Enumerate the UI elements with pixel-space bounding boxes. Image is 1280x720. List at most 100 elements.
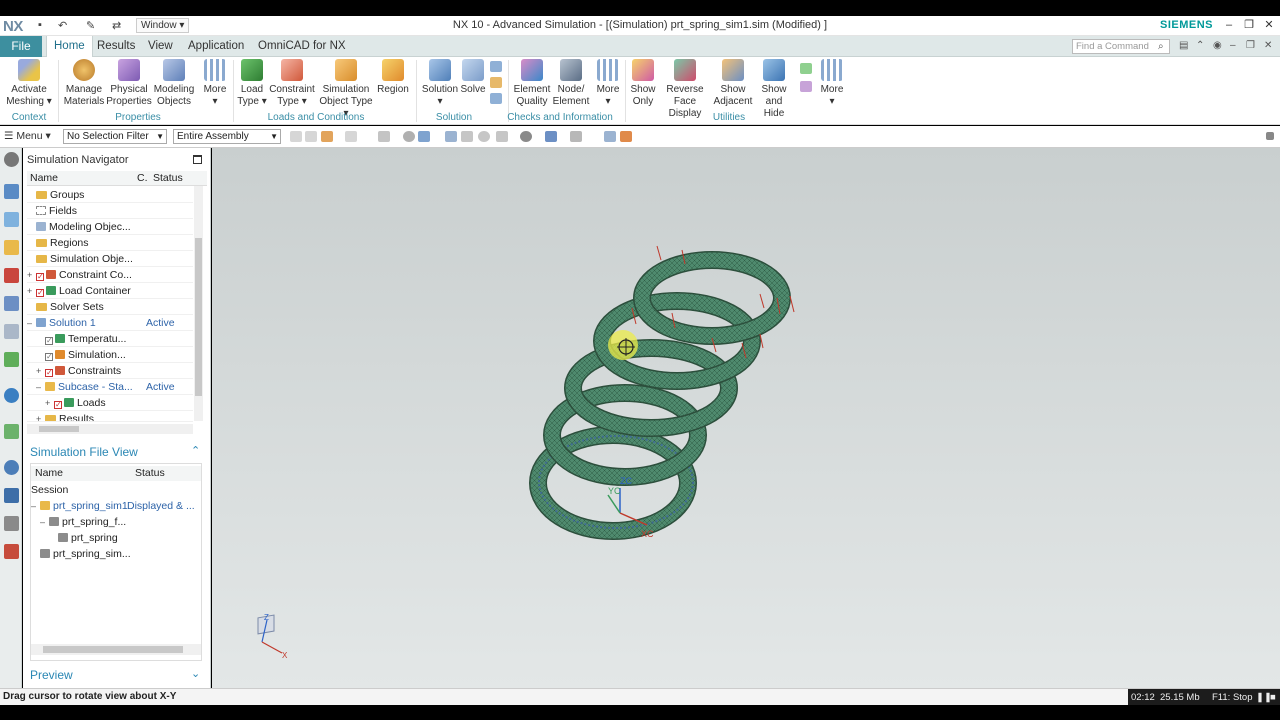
checkbox-icon[interactable]: ✓ xyxy=(36,273,44,281)
file-item-sim-copy[interactable]: prt_spring_sim... xyxy=(31,546,131,562)
history-icon[interactable] xyxy=(4,324,19,339)
doc-close-icon[interactable]: ✕ xyxy=(1264,40,1272,51)
filter-icon[interactable] xyxy=(305,131,317,142)
background-icon[interactable] xyxy=(570,131,582,142)
stop-shortcut[interactable]: F11: Stop xyxy=(1212,689,1253,706)
assembly-navigator-icon[interactable] xyxy=(4,240,19,255)
region-button[interactable]: Region xyxy=(376,59,410,96)
edit-icon[interactable]: ✎ xyxy=(86,19,95,32)
render-style-icon[interactable] xyxy=(520,131,532,142)
rect-select-icon[interactable] xyxy=(378,131,390,142)
utilities-small-icon-1[interactable] xyxy=(800,63,812,74)
orient-view-icon[interactable] xyxy=(545,131,557,142)
navigator-scroll-thumb[interactable] xyxy=(195,238,202,396)
manufacturing-icon[interactable] xyxy=(4,544,19,559)
tree-item-constraint-container[interactable]: + ✓ Constraint Co... xyxy=(27,267,193,283)
show-and-hide-button[interactable]: Show and Hide xyxy=(754,59,794,120)
solution-button[interactable]: Solution ▾ xyxy=(420,59,460,108)
solution-small-icon-2[interactable] xyxy=(490,77,502,88)
utilities-more-button[interactable]: More ▾ xyxy=(818,59,846,108)
tree-item-subcase[interactable]: – Subcase - Sta... Active xyxy=(27,379,193,395)
find-command-input[interactable]: Find a Command xyxy=(1072,39,1170,54)
search-icon[interactable]: ⌕ xyxy=(1158,41,1164,52)
activate-meshing-button[interactable]: Activate Meshing ▾ xyxy=(6,59,52,108)
minimize-icon[interactable]: – xyxy=(1220,17,1238,33)
chevron-up-icon[interactable]: ⌃ xyxy=(191,444,200,457)
tools-icon[interactable] xyxy=(4,516,19,531)
simulation-navigator-icon[interactable] xyxy=(4,184,19,199)
palette-icon[interactable] xyxy=(4,352,19,367)
solve-button[interactable]: Solve xyxy=(460,59,486,96)
cube-icon[interactable] xyxy=(418,131,430,142)
constraint-navigator-icon[interactable] xyxy=(4,268,19,283)
column-c[interactable]: C. xyxy=(137,172,148,184)
tree-item-temperature[interactable]: ✓ Temperatu... xyxy=(27,331,193,347)
tree-item-modeling-objects[interactable]: Modeling Objec... xyxy=(27,219,193,235)
undo-icon[interactable]: ↶ xyxy=(58,19,67,32)
constraint-type-button[interactable]: Constraint Type ▾ xyxy=(268,59,316,108)
checkbox-icon[interactable]: ✓ xyxy=(54,401,62,409)
tree-item-regions[interactable]: Regions xyxy=(27,235,193,251)
help-icon[interactable]: ▤ xyxy=(1179,40,1188,51)
chevron-down-icon[interactable]: ⌄ xyxy=(191,667,200,680)
maximize-icon[interactable] xyxy=(193,155,202,164)
column-status[interactable]: Status xyxy=(135,467,165,479)
restore-icon[interactable]: ❐ xyxy=(1240,17,1258,33)
tab-view[interactable]: View xyxy=(141,36,180,57)
doc-minimize-icon[interactable]: – xyxy=(1230,40,1236,51)
preview-title[interactable]: Preview xyxy=(30,668,73,682)
file-view-scroll-thumb[interactable] xyxy=(43,646,183,653)
select-all-icon[interactable] xyxy=(321,131,333,142)
tree-item-fields[interactable]: Fields xyxy=(27,203,193,219)
column-name[interactable]: Name xyxy=(35,467,63,479)
tree-item-solution-1[interactable]: – Solution 1 Active xyxy=(27,315,193,331)
column-status[interactable]: Status xyxy=(153,172,183,184)
fit-view-icon[interactable] xyxy=(445,131,457,142)
spring-model[interactable] xyxy=(529,251,791,540)
clock-icon[interactable] xyxy=(4,460,19,475)
info-icon[interactable]: ◉ xyxy=(1213,40,1222,51)
edit-section-icon[interactable] xyxy=(620,131,632,142)
web-browser-icon[interactable] xyxy=(4,388,19,403)
tree-item-results[interactable]: + Results xyxy=(27,411,193,422)
file-item-fem[interactable]: – prt_spring_f... xyxy=(31,514,126,530)
tab-home[interactable]: Home xyxy=(46,36,93,58)
file-item-part[interactable]: prt_spring xyxy=(31,530,118,546)
utilities-small-icon-2[interactable] xyxy=(800,81,812,92)
sphere-icon[interactable] xyxy=(403,131,415,142)
ribbon-collapse-icon[interactable]: ⌃ xyxy=(1196,40,1204,51)
checkbox-icon[interactable]: ✓ xyxy=(45,369,53,377)
properties-more-button[interactable]: More ▾ xyxy=(199,59,231,108)
modeling-objects-button[interactable]: Modeling Objects xyxy=(152,59,196,108)
graphics-window[interactable]: ZC YC XC Z X xyxy=(212,148,1280,688)
show-only-button[interactable]: Show Only xyxy=(628,59,658,108)
simulation-object-type-button[interactable]: Simulation Object Type ▾ xyxy=(316,59,376,120)
load-type-button[interactable]: Load Type ▾ xyxy=(236,59,268,108)
column-name[interactable]: Name xyxy=(30,172,58,184)
settings-icon[interactable] xyxy=(4,152,19,167)
checkbox-icon[interactable]: ✓ xyxy=(45,337,53,345)
snap-icon[interactable] xyxy=(290,131,302,142)
file-view-title[interactable]: Simulation File View xyxy=(30,445,138,459)
show-adjacent-button[interactable]: Show Adjacent xyxy=(713,59,753,108)
tree-item-groups[interactable]: Groups xyxy=(27,187,193,203)
save-icon[interactable]: ▪ xyxy=(38,19,42,31)
rotate-icon[interactable] xyxy=(478,131,490,142)
tree-item-loads[interactable]: + ✓ Loads xyxy=(27,395,193,411)
node-element-button[interactable]: Node/Element xyxy=(552,59,590,108)
tree-item-solver-sets[interactable]: Solver Sets xyxy=(27,299,193,315)
toolbar-options-icon[interactable] xyxy=(1266,132,1274,140)
checks-more-button[interactable]: More ▾ xyxy=(594,59,622,108)
checkbox-icon[interactable]: ✓ xyxy=(45,353,53,361)
physical-properties-button[interactable]: Physical Properties xyxy=(106,59,152,108)
element-quality-button[interactable]: Element Quality xyxy=(512,59,552,108)
doc-restore-icon[interactable]: ❐ xyxy=(1246,40,1255,51)
window-menu[interactable]: Window ▾ xyxy=(136,18,190,33)
menu-button[interactable]: ☰ Menu ▾ xyxy=(4,130,51,142)
tab-application[interactable]: Application xyxy=(181,36,251,57)
file-item-sim[interactable]: – prt_spring_sim1 Displayed & ... xyxy=(31,498,195,514)
navigator-hscroll-thumb[interactable] xyxy=(39,426,79,432)
reverse-face-display-button[interactable]: Reverse Face Display xyxy=(658,59,712,120)
roles-icon[interactable] xyxy=(4,424,19,439)
deselect-icon[interactable] xyxy=(345,131,357,142)
